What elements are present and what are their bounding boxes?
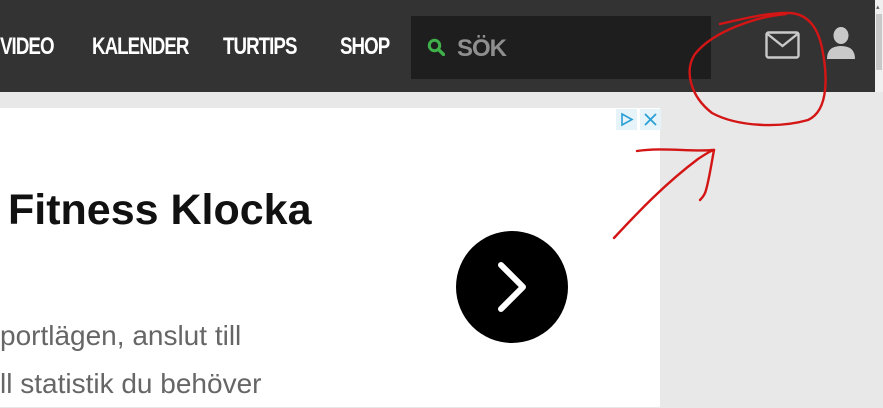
search-icon[interactable] bbox=[427, 38, 445, 56]
nav-link-kalender[interactable]: KALENDER bbox=[92, 30, 189, 64]
ad-choices bbox=[616, 109, 662, 130]
ad-next-button[interactable] bbox=[456, 231, 568, 343]
close-icon[interactable] bbox=[640, 109, 661, 130]
nav-link-turtips[interactable]: TURTIPS bbox=[223, 30, 297, 64]
scrollbar-thumb[interactable] bbox=[876, 14, 882, 70]
ad-title: Fitness Klocka bbox=[8, 186, 312, 234]
search-input[interactable] bbox=[455, 32, 699, 66]
nav-link-video[interactable]: VIDEO bbox=[0, 30, 55, 64]
user-icon[interactable] bbox=[826, 26, 856, 60]
ad-body-line: portlägen, anslut till bbox=[0, 320, 242, 351]
chevron-right-icon bbox=[498, 262, 526, 312]
search-box bbox=[411, 16, 711, 79]
mail-icon[interactable] bbox=[765, 31, 800, 59]
ad-choices-icon[interactable] bbox=[616, 109, 637, 130]
scroll-up-icon[interactable]: ▴ bbox=[876, 4, 882, 12]
ad-body-line: ll statistik du behöver bbox=[0, 368, 262, 399]
top-navigation-bar: VIDEO KALENDER TURTIPS SHOP bbox=[0, 0, 875, 92]
ad-body: portlägen, anslut till ll statistik du b… bbox=[0, 312, 330, 408]
advertisement-panel[interactable]: Fitness Klocka portlägen, anslut till ll… bbox=[0, 108, 660, 407]
nav-link-shop[interactable]: SHOP bbox=[340, 30, 390, 64]
